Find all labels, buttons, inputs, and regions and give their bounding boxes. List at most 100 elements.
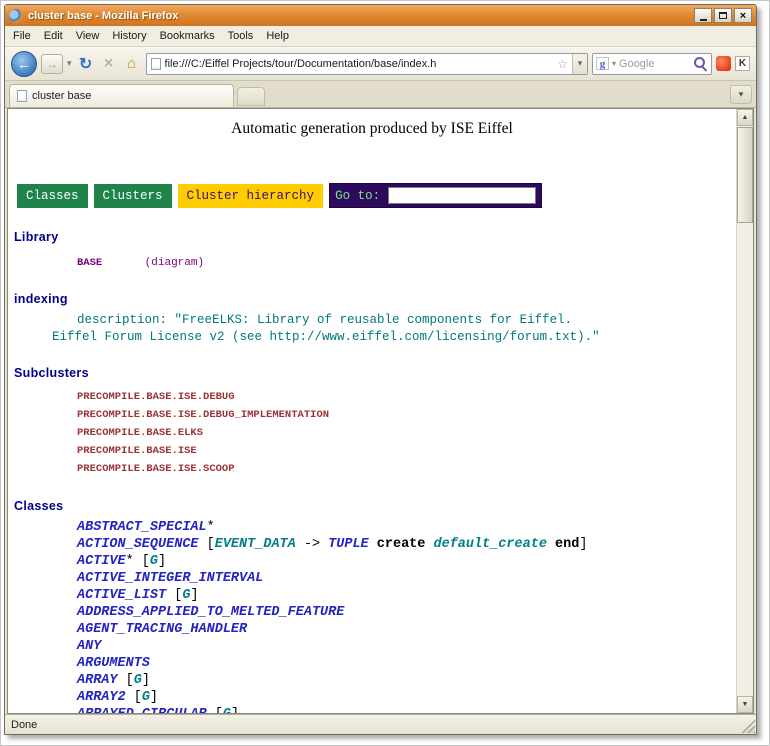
subcluster-link[interactable]: PRECOMPILE.BASE.ISE (77, 445, 197, 457)
forward-button[interactable]: → (41, 54, 63, 74)
cluster-hierarchy-button[interactable]: Cluster hierarchy (178, 184, 324, 208)
window-titlebar[interactable]: cluster base - Mozilla Firefox × (5, 5, 756, 26)
home-button[interactable]: ⌂ (122, 55, 142, 72)
code-text: [ (207, 707, 223, 713)
class-entry-row: ARRAY [G] (77, 672, 736, 689)
scrollbar-thumb[interactable] (737, 127, 753, 223)
tab-bar: cluster base ▾ (5, 81, 756, 108)
subcluster-row: PRECOMPILE.BASE.ISE (77, 441, 736, 459)
new-tab-button[interactable] (237, 87, 265, 106)
class-entry-row: ACTIVE* [G] (77, 553, 736, 570)
menu-item[interactable]: History (112, 30, 146, 42)
code-text: G (150, 554, 158, 569)
menu-item[interactable]: File (13, 30, 31, 42)
class-link[interactable]: ABSTRACT_SPECIAL (77, 520, 207, 535)
clusters-button[interactable]: Clusters (94, 184, 172, 208)
vertical-scrollbar[interactable]: ▲ ▼ (736, 109, 753, 713)
scroll-down-button[interactable]: ▼ (737, 696, 753, 713)
browser-content-area: Automatic generation produced by ISE Eif… (7, 108, 754, 714)
classes-button[interactable]: Classes (17, 184, 88, 208)
back-button[interactable]: ← (11, 51, 37, 77)
code-text (369, 537, 377, 552)
subcluster-link[interactable]: PRECOMPILE.BASE.ISE.SCOOP (77, 463, 235, 475)
class-link[interactable]: ACTIVE_INTEGER_INTERVAL (77, 571, 263, 586)
url-bar[interactable]: file:///C:/Eiffel Projects/tour/Document… (146, 53, 588, 75)
code-text: EVENT_DATA (215, 537, 296, 552)
bookmark-star-icon[interactable]: ☆ (557, 57, 568, 71)
url-history-dropdown-button[interactable]: ▾ (572, 54, 587, 74)
extension-icon-red[interactable] (716, 56, 731, 71)
class-entry-row: ARGUMENTS (77, 655, 736, 672)
close-button[interactable]: × (734, 8, 752, 23)
extension-icon-k[interactable]: K (735, 56, 750, 71)
history-dropdown-icon[interactable]: ▾ (67, 58, 72, 69)
class-link[interactable]: AGENT_TRACING_HANDLER (77, 622, 247, 637)
code-text: [ (118, 673, 134, 688)
code-text (425, 537, 433, 552)
class-link[interactable]: ARGUMENTS (77, 656, 150, 671)
class-link[interactable]: TUPLE (328, 537, 369, 552)
subcluster-link[interactable]: PRECOMPILE.BASE.ISE.DEBUG (77, 391, 235, 403)
code-text: ] (150, 690, 158, 705)
class-link[interactable]: ANY (77, 639, 101, 654)
goto-input[interactable] (388, 187, 536, 204)
window-title: cluster base - Mozilla Firefox (28, 10, 689, 22)
tab-favicon (17, 90, 27, 102)
class-entry-row: ACTIVE_LIST [G] (77, 587, 736, 604)
library-heading: Library (14, 230, 736, 244)
tab-cluster-base[interactable]: cluster base (9, 84, 234, 107)
menu-item[interactable]: Tools (228, 30, 254, 42)
indexing-description-line2: Eiffel Forum License v2 (see http://www.… (52, 330, 736, 344)
diagram-link[interactable]: (diagram) (145, 257, 204, 269)
scroll-up-button[interactable]: ▲ (737, 109, 753, 126)
goto-label: Go to: (335, 189, 380, 203)
subclusters-heading: Subclusters (14, 366, 736, 380)
minimize-icon (700, 19, 707, 21)
classes-heading: Classes (14, 499, 736, 513)
code-text: default_create (434, 537, 547, 552)
class-link[interactable]: ACTIVE_LIST (77, 588, 166, 603)
search-bar[interactable]: g ▾ Google (592, 53, 712, 75)
code-text: [ (166, 588, 182, 603)
library-row: BASE (diagram) (77, 252, 736, 270)
class-entry-row: ANY (77, 638, 736, 655)
status-text: Done (11, 719, 37, 731)
list-all-tabs-button[interactable]: ▾ (730, 85, 752, 104)
class-link[interactable]: ARRAY (77, 673, 118, 688)
maximize-button[interactable] (714, 8, 732, 23)
scrollbar-track[interactable] (737, 126, 753, 696)
search-magnifier-icon[interactable] (693, 56, 708, 71)
code-text: ] (142, 673, 150, 688)
class-link[interactable]: ARRAYED_CIRCULAR (77, 707, 207, 713)
menu-item[interactable]: Bookmarks (160, 30, 215, 42)
page-favicon (151, 58, 161, 70)
document-page: Automatic generation produced by ISE Eif… (8, 109, 736, 713)
class-link[interactable]: ARRAY2 (77, 690, 126, 705)
goto-box: Go to: (329, 183, 542, 208)
code-text: * (207, 520, 215, 535)
class-link[interactable]: ADDRESS_APPLIED_TO_MELTED_FEATURE (77, 605, 344, 620)
search-engine-dropdown-icon[interactable]: ▾ (612, 59, 616, 68)
reload-button[interactable]: ↻ (76, 54, 96, 74)
code-text (547, 537, 555, 552)
stop-button[interactable]: × (100, 55, 118, 73)
menu-item[interactable]: Edit (44, 30, 63, 42)
class-link[interactable]: ACTIVE (77, 554, 126, 569)
resize-grip[interactable] (741, 719, 755, 733)
search-input[interactable]: Google (619, 58, 690, 70)
code-text: create (377, 537, 426, 552)
code-text: [ (126, 690, 142, 705)
class-entry-row: ACTION_SEQUENCE [EVENT_DATA -> TUPLE cre… (77, 536, 736, 553)
subcluster-link[interactable]: PRECOMPILE.BASE.ISE.DEBUG_IMPLEMENTATION (77, 409, 329, 421)
minimize-button[interactable] (694, 8, 712, 23)
class-link[interactable]: ACTION_SEQUENCE (77, 537, 199, 552)
menu-item[interactable]: View (76, 30, 100, 42)
google-logo-icon[interactable]: g (596, 57, 609, 70)
menu-item[interactable]: Help (266, 30, 289, 42)
library-link[interactable]: BASE (77, 257, 102, 269)
code-text: [ (199, 537, 215, 552)
code-text: G (223, 707, 231, 713)
class-entry-row: ACTIVE_INTEGER_INTERVAL (77, 570, 736, 587)
url-input[interactable]: file:///C:/Eiffel Projects/tour/Document… (165, 58, 554, 70)
subcluster-link[interactable]: PRECOMPILE.BASE.ELKS (77, 427, 203, 439)
